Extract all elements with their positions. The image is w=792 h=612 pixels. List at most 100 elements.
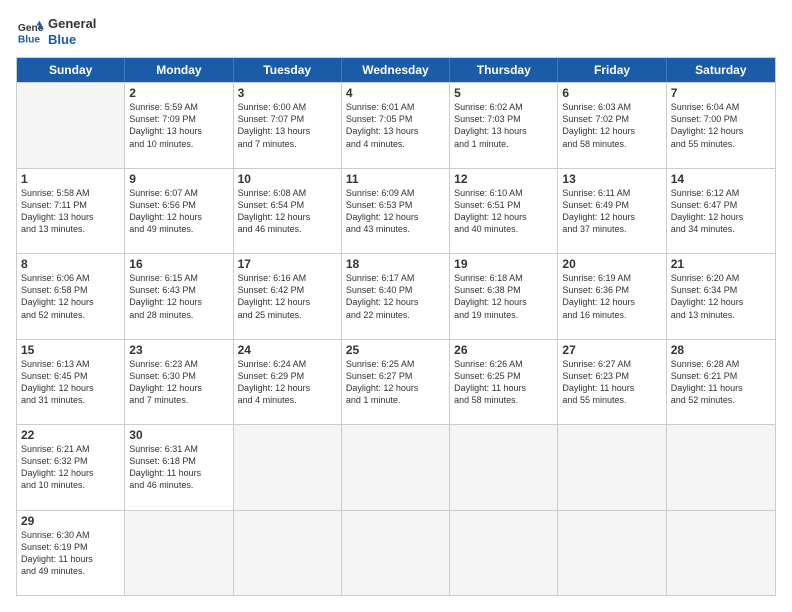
calendar-body: 2Sunrise: 5:59 AM Sunset: 7:09 PM Daylig…	[17, 82, 775, 595]
day-info: Sunrise: 6:31 AM Sunset: 6:18 PM Dayligh…	[129, 443, 228, 492]
day-info: Sunrise: 6:07 AM Sunset: 6:56 PM Dayligh…	[129, 187, 228, 236]
logo-text-general: General	[48, 16, 96, 32]
day-cell-6: 6Sunrise: 6:03 AM Sunset: 7:02 PM Daylig…	[558, 83, 666, 167]
day-cell-19: 19Sunrise: 6:18 AM Sunset: 6:38 PM Dayli…	[450, 254, 558, 338]
day-number: 26	[454, 343, 553, 357]
day-number: 9	[129, 172, 228, 186]
header-day-sunday: Sunday	[17, 58, 125, 82]
day-info: Sunrise: 6:27 AM Sunset: 6:23 PM Dayligh…	[562, 358, 661, 407]
empty-cell	[125, 511, 233, 595]
day-info: Sunrise: 6:15 AM Sunset: 6:43 PM Dayligh…	[129, 272, 228, 321]
calendar-header: SundayMondayTuesdayWednesdayThursdayFrid…	[17, 58, 775, 82]
day-cell-24: 24Sunrise: 6:24 AM Sunset: 6:29 PM Dayli…	[234, 340, 342, 424]
day-number: 6	[562, 86, 661, 100]
day-info: Sunrise: 6:17 AM Sunset: 6:40 PM Dayligh…	[346, 272, 445, 321]
day-info: Sunrise: 6:18 AM Sunset: 6:38 PM Dayligh…	[454, 272, 553, 321]
logo: General Blue General Blue	[16, 16, 96, 47]
day-info: Sunrise: 5:58 AM Sunset: 7:11 PM Dayligh…	[21, 187, 120, 236]
day-number: 19	[454, 257, 553, 271]
day-cell-28: 28Sunrise: 6:28 AM Sunset: 6:21 PM Dayli…	[667, 340, 775, 424]
day-number: 16	[129, 257, 228, 271]
page: General Blue General Blue SundayMondayTu…	[0, 0, 792, 612]
header-day-thursday: Thursday	[450, 58, 558, 82]
day-number: 18	[346, 257, 445, 271]
day-cell-29: 29Sunrise: 6:30 AM Sunset: 6:19 PM Dayli…	[17, 511, 125, 595]
day-cell-23: 23Sunrise: 6:23 AM Sunset: 6:30 PM Dayli…	[125, 340, 233, 424]
day-number: 30	[129, 428, 228, 442]
header-day-saturday: Saturday	[667, 58, 775, 82]
day-cell-7: 7Sunrise: 6:04 AM Sunset: 7:00 PM Daylig…	[667, 83, 775, 167]
day-cell-2: 2Sunrise: 5:59 AM Sunset: 7:09 PM Daylig…	[125, 83, 233, 167]
day-number: 8	[21, 257, 120, 271]
day-number: 22	[21, 428, 120, 442]
day-number: 20	[562, 257, 661, 271]
calendar: SundayMondayTuesdayWednesdayThursdayFrid…	[16, 57, 776, 596]
empty-cell	[342, 425, 450, 509]
day-cell-11: 11Sunrise: 6:09 AM Sunset: 6:53 PM Dayli…	[342, 169, 450, 253]
day-info: Sunrise: 6:23 AM Sunset: 6:30 PM Dayligh…	[129, 358, 228, 407]
day-number: 2	[129, 86, 228, 100]
calendar-row-5: 29Sunrise: 6:30 AM Sunset: 6:19 PM Dayli…	[17, 510, 775, 595]
day-number: 14	[671, 172, 771, 186]
empty-cell	[558, 425, 666, 509]
day-cell-5: 5Sunrise: 6:02 AM Sunset: 7:03 PM Daylig…	[450, 83, 558, 167]
day-number: 4	[346, 86, 445, 100]
day-info: Sunrise: 6:10 AM Sunset: 6:51 PM Dayligh…	[454, 187, 553, 236]
day-info: Sunrise: 6:08 AM Sunset: 6:54 PM Dayligh…	[238, 187, 337, 236]
day-info: Sunrise: 6:19 AM Sunset: 6:36 PM Dayligh…	[562, 272, 661, 321]
day-number: 7	[671, 86, 771, 100]
day-cell-17: 17Sunrise: 6:16 AM Sunset: 6:42 PM Dayli…	[234, 254, 342, 338]
day-info: Sunrise: 5:59 AM Sunset: 7:09 PM Dayligh…	[129, 101, 228, 150]
calendar-row-3: 15Sunrise: 6:13 AM Sunset: 6:45 PM Dayli…	[17, 339, 775, 424]
day-cell-22: 22Sunrise: 6:21 AM Sunset: 6:32 PM Dayli…	[17, 425, 125, 509]
day-info: Sunrise: 6:01 AM Sunset: 7:05 PM Dayligh…	[346, 101, 445, 150]
day-info: Sunrise: 6:24 AM Sunset: 6:29 PM Dayligh…	[238, 358, 337, 407]
day-cell-9: 9Sunrise: 6:07 AM Sunset: 6:56 PM Daylig…	[125, 169, 233, 253]
calendar-row-4: 22Sunrise: 6:21 AM Sunset: 6:32 PM Dayli…	[17, 424, 775, 509]
day-number: 1	[21, 172, 120, 186]
day-cell-18: 18Sunrise: 6:17 AM Sunset: 6:40 PM Dayli…	[342, 254, 450, 338]
day-cell-15: 15Sunrise: 6:13 AM Sunset: 6:45 PM Dayli…	[17, 340, 125, 424]
calendar-row-2: 8Sunrise: 6:06 AM Sunset: 6:58 PM Daylig…	[17, 253, 775, 338]
header-day-friday: Friday	[558, 58, 666, 82]
empty-cell	[234, 425, 342, 509]
day-number: 3	[238, 86, 337, 100]
empty-cell	[667, 511, 775, 595]
header-day-monday: Monday	[125, 58, 233, 82]
empty-cell	[450, 425, 558, 509]
day-info: Sunrise: 6:20 AM Sunset: 6:34 PM Dayligh…	[671, 272, 771, 321]
day-number: 29	[21, 514, 120, 528]
day-info: Sunrise: 6:16 AM Sunset: 6:42 PM Dayligh…	[238, 272, 337, 321]
day-cell-4: 4Sunrise: 6:01 AM Sunset: 7:05 PM Daylig…	[342, 83, 450, 167]
day-cell-3: 3Sunrise: 6:00 AM Sunset: 7:07 PM Daylig…	[234, 83, 342, 167]
day-number: 21	[671, 257, 771, 271]
day-cell-10: 10Sunrise: 6:08 AM Sunset: 6:54 PM Dayli…	[234, 169, 342, 253]
day-cell-30: 30Sunrise: 6:31 AM Sunset: 6:18 PM Dayli…	[125, 425, 233, 509]
day-number: 15	[21, 343, 120, 357]
header: General Blue General Blue	[16, 16, 776, 47]
day-info: Sunrise: 6:06 AM Sunset: 6:58 PM Dayligh…	[21, 272, 120, 321]
day-number: 13	[562, 172, 661, 186]
day-cell-27: 27Sunrise: 6:27 AM Sunset: 6:23 PM Dayli…	[558, 340, 666, 424]
empty-cell	[558, 511, 666, 595]
day-info: Sunrise: 6:03 AM Sunset: 7:02 PM Dayligh…	[562, 101, 661, 150]
day-number: 17	[238, 257, 337, 271]
day-number: 10	[238, 172, 337, 186]
day-cell-25: 25Sunrise: 6:25 AM Sunset: 6:27 PM Dayli…	[342, 340, 450, 424]
logo-text-blue: Blue	[48, 32, 96, 48]
day-info: Sunrise: 6:00 AM Sunset: 7:07 PM Dayligh…	[238, 101, 337, 150]
day-number: 11	[346, 172, 445, 186]
day-cell-14: 14Sunrise: 6:12 AM Sunset: 6:47 PM Dayli…	[667, 169, 775, 253]
day-info: Sunrise: 6:30 AM Sunset: 6:19 PM Dayligh…	[21, 529, 120, 578]
empty-cell	[342, 511, 450, 595]
day-number: 24	[238, 343, 337, 357]
day-cell-12: 12Sunrise: 6:10 AM Sunset: 6:51 PM Dayli…	[450, 169, 558, 253]
day-number: 12	[454, 172, 553, 186]
day-number: 28	[671, 343, 771, 357]
empty-cell	[450, 511, 558, 595]
day-info: Sunrise: 6:13 AM Sunset: 6:45 PM Dayligh…	[21, 358, 120, 407]
day-cell-1: 1Sunrise: 5:58 AM Sunset: 7:11 PM Daylig…	[17, 169, 125, 253]
calendar-row-1: 1Sunrise: 5:58 AM Sunset: 7:11 PM Daylig…	[17, 168, 775, 253]
day-cell-16: 16Sunrise: 6:15 AM Sunset: 6:43 PM Dayli…	[125, 254, 233, 338]
day-info: Sunrise: 6:25 AM Sunset: 6:27 PM Dayligh…	[346, 358, 445, 407]
